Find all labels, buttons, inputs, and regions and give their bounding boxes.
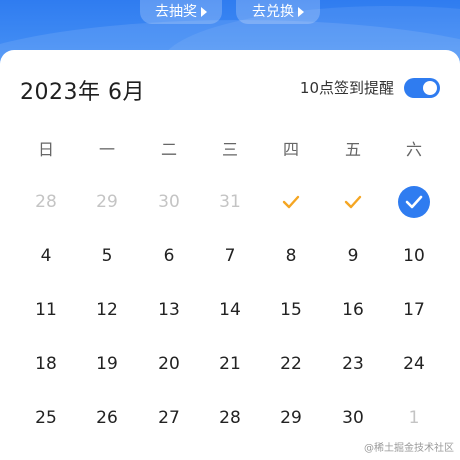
- toggle-knob: [423, 81, 437, 95]
- reminder-toggle[interactable]: [404, 78, 440, 98]
- play-arrow-icon: [298, 7, 304, 17]
- calendar-day[interactable]: 23: [322, 337, 384, 391]
- calendar-day[interactable]: 15: [260, 283, 322, 337]
- weekday-label: 四: [282, 140, 299, 159]
- calendar-day-checked[interactable]: [322, 175, 384, 229]
- month-title: 2023年 6月: [20, 80, 145, 105]
- orange-check-icon: [282, 195, 300, 209]
- calendar-day[interactable]: 20: [138, 337, 200, 391]
- weekday-label: 五: [344, 140, 361, 159]
- calendar-day[interactable]: 25: [15, 391, 77, 445]
- calendar-day[interactable]: 26: [76, 391, 138, 445]
- reminder-label: 10点签到提醒: [299, 79, 394, 97]
- calendar-day[interactable]: 9: [322, 229, 384, 283]
- calendar-day[interactable]: 12: [76, 283, 138, 337]
- calendar-day[interactable]: 29: [76, 175, 138, 229]
- sign-in-calendar-card: 2023年 6月 10点签到提醒 日一二三四五六 28 29 30 31 4 5 6 7 8 9 10…: [0, 50, 460, 460]
- blue-circle-check-icon: [398, 186, 430, 218]
- calendar-day-checked[interactable]: [260, 175, 322, 229]
- calendar-day[interactable]: 30: [322, 391, 384, 445]
- go-exchange-button[interactable]: 去兑换: [236, 0, 320, 24]
- calendar-day[interactable]: 16: [322, 283, 384, 337]
- play-arrow-icon: [201, 7, 207, 17]
- calendar-day[interactable]: 30: [138, 175, 200, 229]
- calendar-day[interactable]: 24: [383, 337, 445, 391]
- calendar-day[interactable]: 5: [76, 229, 138, 283]
- go-lottery-label: 去抽奖: [155, 4, 197, 20]
- go-exchange-label: 去兑换: [252, 4, 294, 20]
- calendar-day[interactable]: 6: [138, 229, 200, 283]
- calendar-day[interactable]: 17: [383, 283, 445, 337]
- calendar-day[interactable]: 31: [199, 175, 261, 229]
- calendar-day[interactable]: 29: [260, 391, 322, 445]
- calendar-day-today-checked[interactable]: [383, 175, 445, 229]
- weekday-label: 六: [405, 140, 422, 159]
- calendar-day[interactable]: 19: [76, 337, 138, 391]
- calendar-day[interactable]: 22: [260, 337, 322, 391]
- calendar-day[interactable]: 8: [260, 229, 322, 283]
- weekday-label: 一: [98, 140, 115, 159]
- calendar-day[interactable]: 10: [383, 229, 445, 283]
- weekday-label: 日: [37, 140, 54, 159]
- calendar-day[interactable]: 4: [15, 229, 77, 283]
- calendar-day[interactable]: 1: [383, 391, 445, 445]
- calendar-day[interactable]: 27: [138, 391, 200, 445]
- calendar-day[interactable]: 28: [15, 175, 77, 229]
- go-lottery-button[interactable]: 去抽奖: [140, 0, 222, 24]
- calendar-day[interactable]: 13: [138, 283, 200, 337]
- weekday-label: 二: [160, 140, 177, 159]
- calendar-day[interactable]: 14: [199, 283, 261, 337]
- orange-check-icon: [344, 195, 362, 209]
- calendar-day[interactable]: 11: [15, 283, 77, 337]
- weekday-label: 三: [221, 140, 238, 159]
- watermark: @稀土掘金技术社区: [364, 443, 454, 454]
- calendar-day[interactable]: 7: [199, 229, 261, 283]
- calendar-day[interactable]: 21: [199, 337, 261, 391]
- calendar-day[interactable]: 18: [15, 337, 77, 391]
- calendar-day[interactable]: 28: [199, 391, 261, 445]
